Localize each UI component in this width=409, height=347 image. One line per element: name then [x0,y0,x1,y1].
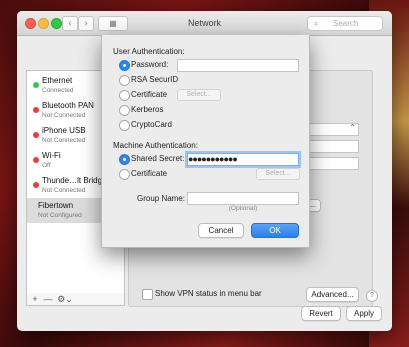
status-dot [33,132,39,138]
gear-menu-button[interactable]: ⚙︎⌄ [57,293,73,305]
service-status: Not Connected [42,137,86,144]
apply-button[interactable]: Apply [346,306,382,321]
password-field[interactable] [177,59,299,72]
status-dot [33,82,39,88]
show-vpn-status-label: Show VPN status in menu bar [155,289,262,298]
service-status: Not Connected [42,187,86,194]
help-icon[interactable]: ? [366,290,378,302]
machine-certificate-select-button[interactable]: Select... [256,168,300,180]
password-label: Password: [131,60,169,69]
account-name-field[interactable] [309,157,359,170]
status-dot [33,182,39,188]
service-status: Off [42,162,51,169]
service-status: Not Configured [38,212,82,219]
user-certificate-select-button[interactable]: Select... [177,89,221,101]
group-name-label: Group Name: [137,194,186,203]
service-status: Not Connected [42,112,86,119]
advanced-button[interactable]: Advanced... [306,287,359,302]
title-bar: ‹ › ▦ Network ⌕ Search [17,11,392,36]
status-dot [33,107,39,113]
service-name: Ethernet [42,76,73,85]
chevron-updown-icon: ⌃ [349,123,356,132]
add-service-button[interactable]: + [29,293,41,305]
search-placeholder: Search [333,19,359,28]
cryptocard-radio[interactable] [119,120,130,131]
cryptocard-label: CryptoCard [131,120,172,129]
service-list-controls: + — ⚙︎⌄ [26,293,125,306]
authentication-settings-sheet: User Authentication: Password: RSA Secur… [101,35,310,248]
show-vpn-status-checkbox[interactable] [142,289,153,300]
server-address-field[interactable] [309,140,359,153]
configuration-popup[interactable]: ⌃ [309,123,359,136]
group-name-field[interactable] [187,192,299,205]
service-name: Bluetooth PAN [42,101,94,110]
search-icon: ⌕ [314,19,319,28]
shared-secret-field[interactable]: ●●●●●●●●●●● [187,153,299,166]
status-dot [33,157,39,163]
password-radio[interactable] [119,60,130,71]
service-status: Connected [42,87,74,94]
service-name: Fibertown [38,201,74,210]
cancel-button[interactable]: Cancel [198,223,244,238]
kerberos-label: Kerberos [131,105,164,114]
machine-certificate-label: Certificate [131,169,168,178]
ok-button[interactable]: OK [251,223,299,238]
user-certificate-radio[interactable] [119,90,130,101]
machine-authentication-heading: Machine Authentication: [113,141,198,150]
machine-certificate-radio[interactable] [119,169,130,180]
shared-secret-label: Shared Secret: [131,154,185,163]
user-authentication-heading: User Authentication: [113,47,185,56]
group-name-hint: (Optional) [228,205,258,212]
rsa-securid-radio[interactable] [119,75,130,86]
rsa-securid-label: RSA SecurID [131,75,179,84]
remove-service-button[interactable]: — [42,293,54,305]
shared-secret-radio[interactable] [119,154,130,165]
service-name: iPhone USB [42,126,86,135]
service-name: Thunde…lt Bridge [42,176,107,185]
search-field[interactable]: ⌕ Search [307,16,383,31]
user-certificate-label: Certificate [131,90,168,99]
service-name: Wi-Fi [42,151,61,160]
revert-button[interactable]: Revert [301,306,341,321]
kerberos-radio[interactable] [119,105,130,116]
